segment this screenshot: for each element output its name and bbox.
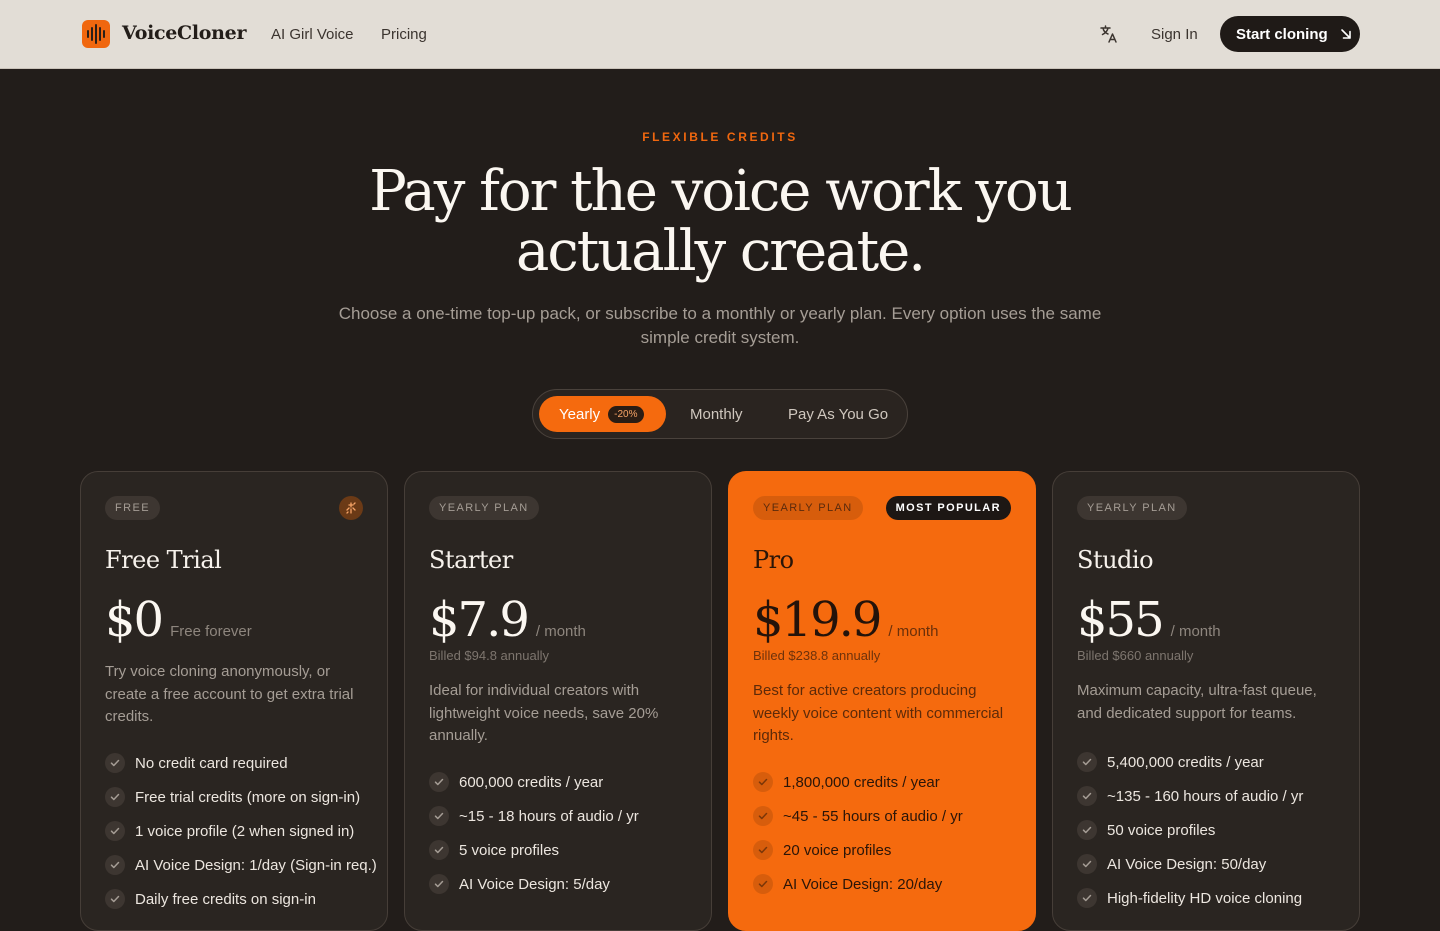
feature-item: Free trial credits (more on sign-in) [105, 780, 375, 814]
eyebrow-label: FLEXIBLE CREDITS [642, 130, 798, 144]
feature-item: AI Voice Design: 5/day [429, 867, 699, 901]
plan-description: Ideal for individual creators with light… [429, 682, 659, 744]
plan-period: / month [1170, 623, 1221, 640]
nav-pricing[interactable]: Pricing [381, 26, 427, 43]
plan-card-starter: YEARLY PLAN Starter $7.9 / month Billed … [404, 471, 712, 931]
plan-tag: YEARLY PLAN [753, 496, 863, 520]
plan-tag: YEARLY PLAN [1077, 496, 1187, 520]
check-icon [105, 889, 125, 909]
check-icon [753, 874, 773, 894]
plan-name: Pro [753, 546, 794, 574]
translate-icon[interactable] [1099, 24, 1119, 44]
logo-icon[interactable] [82, 20, 110, 48]
check-icon [429, 840, 449, 860]
billed-note: Billed $238.8 annually [753, 648, 881, 663]
plan-period: / month [888, 623, 939, 640]
check-icon [429, 806, 449, 826]
check-icon [1077, 888, 1097, 908]
plan-name: Studio [1077, 546, 1154, 574]
sign-in-link[interactable]: Sign In [1151, 26, 1198, 43]
feature-list: No credit card required Free trial credi… [105, 746, 377, 916]
start-cloning-button[interactable]: Start cloning [1220, 16, 1360, 52]
toggle-pay-as-you-go[interactable]: Pay As You Go [788, 396, 888, 432]
check-icon [1077, 752, 1097, 772]
toggle-yearly-label: Yearly [559, 405, 601, 423]
feature-list: 5,400,000 credits / year ~135 - 160 hour… [1077, 745, 1347, 915]
nav-ai-girl-voice[interactable]: AI Girl Voice [271, 26, 354, 43]
feature-item: 1 voice profile (2 when signed in) [105, 814, 375, 848]
plan-description: Maximum capacity, ultra-fast queue, and … [1077, 682, 1317, 722]
plan-name: Free Trial [105, 546, 222, 574]
feature-list: 600,000 credits / year ~15 - 18 hours of… [429, 765, 699, 901]
check-icon [753, 806, 773, 826]
plan-period: Free forever [170, 623, 252, 640]
plan-description: Best for active creators producing weekl… [753, 682, 1004, 744]
feature-item: 1,800,000 credits / year [753, 765, 1023, 799]
feature-item: AI Voice Design: 1/day (Sign-in req.) [105, 848, 377, 882]
billed-note: Billed $660 annually [1077, 648, 1194, 663]
discount-badge: -20% [608, 405, 644, 423]
feature-item: ~135 - 160 hours of audio / yr [1077, 779, 1347, 813]
feature-item: AI Voice Design: 50/day [1077, 847, 1347, 881]
check-icon [1077, 786, 1097, 806]
feature-item: AI Voice Design: 20/day [753, 867, 1023, 901]
feature-item: 50 voice profiles [1077, 813, 1347, 847]
feature-item: High-fidelity HD voice cloning [1077, 881, 1347, 915]
plan-card-free: FREE Free Trial $0 Free forever Try voic… [80, 471, 388, 931]
plan-card-pro: YEARLY PLAN MOST POPULAR Pro $19.9 / mon… [728, 471, 1036, 931]
billed-note: Billed $94.8 annually [429, 648, 549, 663]
check-icon [753, 840, 773, 860]
feature-item: 20 voice profiles [753, 833, 1023, 867]
plan-tag: FREE [105, 496, 160, 520]
check-icon [1077, 820, 1097, 840]
page-title-line-2: actually create. [515, 219, 926, 284]
plan-price: $7.9 [429, 592, 530, 648]
plan-price: $55 [1077, 592, 1165, 648]
toggle-monthly-label: Monthly [690, 405, 743, 423]
plan-price: $19.9 [753, 592, 882, 648]
plan-price: $0 [105, 592, 164, 648]
price-row: $55 / month [1077, 592, 1221, 648]
check-icon [105, 753, 125, 773]
toggle-payg-label: Pay As You Go [788, 405, 889, 423]
feature-item: 600,000 credits / year [429, 765, 699, 799]
plan-card-studio: YEARLY PLAN Studio $55 / month Billed $6… [1052, 471, 1360, 931]
toggle-yearly[interactable]: Yearly -20% [539, 396, 666, 432]
feature-item: No credit card required [105, 746, 375, 780]
page-subtitle: Choose a one-time top-up pack, or subscr… [338, 304, 1102, 347]
plan-name: Starter [429, 546, 513, 574]
plan-period: / month [535, 623, 586, 640]
most-popular-badge: MOST POPULAR [885, 496, 1011, 520]
page-title-line-1: Pay for the voice work you [369, 159, 1073, 224]
feature-list: 1,800,000 credits / year ~45 - 55 hours … [753, 765, 1023, 901]
feature-item: Daily free credits on sign-in [105, 882, 375, 916]
toggle-monthly[interactable]: Monthly [690, 396, 743, 432]
plan-description: Try voice cloning anonymously, or create… [105, 663, 354, 725]
billing-toggle: Yearly -20% Monthly Pay As You Go [532, 389, 908, 439]
sparkle-icon [339, 496, 363, 520]
page-title: Pay for the voice work you actually crea… [0, 162, 1440, 282]
check-icon [429, 772, 449, 792]
price-row: $19.9 / month [753, 592, 938, 648]
check-icon [753, 772, 773, 792]
price-row: $7.9 / month [429, 592, 586, 648]
check-icon [105, 855, 125, 875]
plan-tag: YEARLY PLAN [429, 496, 539, 520]
top-header: VoiceCloner AI Girl Voice Pricing Sign I… [0, 0, 1440, 69]
start-cloning-label: Start cloning [1236, 25, 1328, 43]
check-icon [429, 874, 449, 894]
check-icon [105, 787, 125, 807]
feature-item: ~15 - 18 hours of audio / yr [429, 799, 699, 833]
check-icon [105, 821, 125, 841]
feature-item: 5 voice profiles [429, 833, 699, 867]
feature-item: ~45 - 55 hours of audio / yr [753, 799, 1023, 833]
arrow-down-right-icon [1340, 29, 1351, 39]
feature-item: 5,400,000 credits / year [1077, 745, 1347, 779]
brand-name[interactable]: VoiceCloner [122, 22, 246, 44]
check-icon [1077, 854, 1097, 874]
price-row: $0 Free forever [105, 592, 252, 648]
